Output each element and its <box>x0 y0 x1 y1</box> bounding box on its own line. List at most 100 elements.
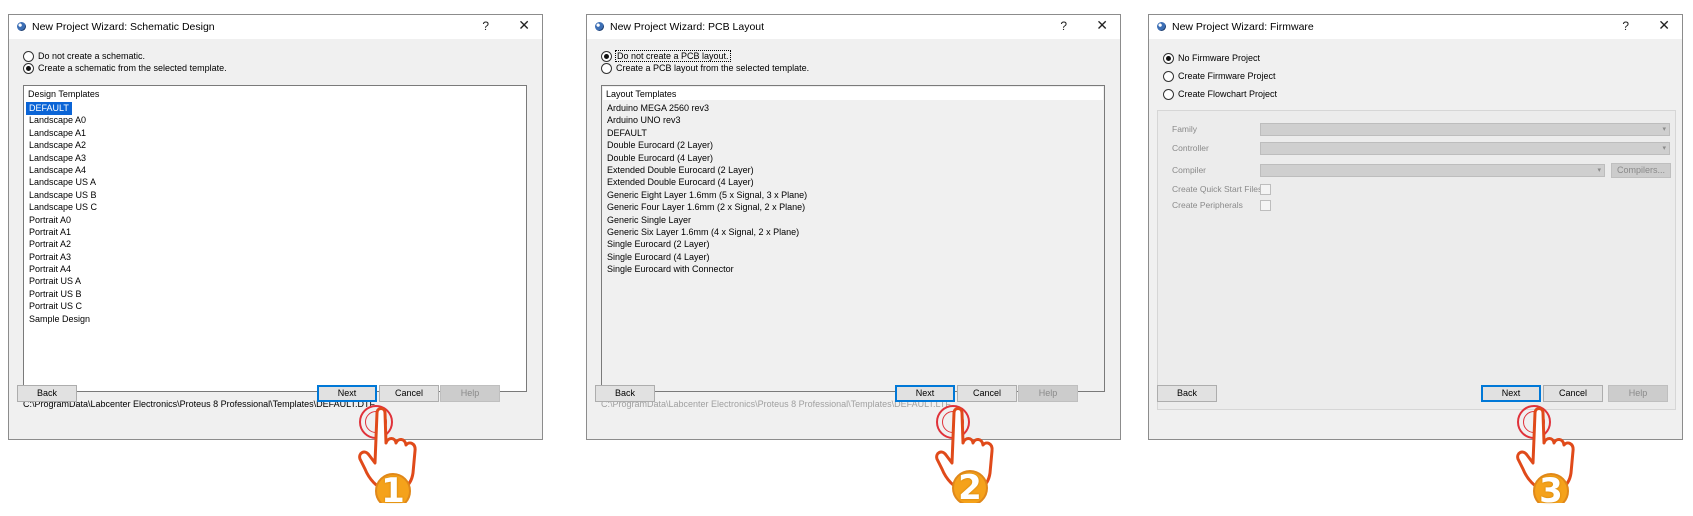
list-item[interactable]: Single Eurocard (2 Layer) <box>605 238 809 250</box>
radio-button[interactable] <box>1163 70 1174 82</box>
help-button: Help <box>1018 385 1078 402</box>
radio-button[interactable] <box>1163 52 1174 64</box>
next-button[interactable]: Next <box>317 385 377 402</box>
list-item[interactable]: Landscape A3 <box>27 152 99 164</box>
list-item[interactable]: Arduino UNO rev3 <box>605 114 809 126</box>
list-item-label: Landscape A0 <box>29 115 87 126</box>
chevron-down-icon: ▾ <box>1662 145 1666 152</box>
schematic-design-dialog: New Project Wizard: Schematic Design ? ✕… <box>8 14 543 440</box>
list-item[interactable]: Sample Design <box>27 313 99 325</box>
list-item-label: Portrait A0 <box>29 214 72 225</box>
list-item[interactable]: Single Eurocard with Connector <box>605 263 809 275</box>
radio-no-firmware[interactable]: No Firmware Project <box>1163 51 1260 65</box>
radio-create-schematic[interactable]: Create a schematic from the selected tem… <box>23 61 227 75</box>
list-item[interactable]: Portrait A3 <box>27 251 99 263</box>
list-item-label: Extended Double Eurocard (2 Layer) <box>607 164 754 175</box>
list-item[interactable]: Landscape A1 <box>27 127 99 139</box>
radio-create-flowchart[interactable]: Create Flowchart Project <box>1163 87 1277 101</box>
list-item[interactable]: Portrait US A <box>27 275 99 287</box>
dialog-title: New Project Wizard: Schematic Design <box>32 21 215 33</box>
list-header: Design Templates <box>28 89 100 99</box>
list-item-label: Extended Double Eurocard (4 Layer) <box>607 177 754 188</box>
chevron-down-icon: ▾ <box>1662 126 1666 133</box>
list-item[interactable]: Generic Four Layer 1.6mm (2 x Signal, 2 … <box>605 201 809 213</box>
radio-label: Create a schematic from the selected tem… <box>38 63 227 73</box>
list-item[interactable]: Single Eurocard (4 Layer) <box>605 251 809 263</box>
cancel-button[interactable]: Cancel <box>1543 385 1603 402</box>
radio-label: Do not create a PCB layout. <box>615 50 731 62</box>
radio-create-firmware[interactable]: Create Firmware Project <box>1163 69 1276 83</box>
radio-button[interactable] <box>23 62 34 74</box>
radio-label: Do not create a schematic. <box>38 51 146 61</box>
list-item[interactable]: DEFAULT <box>605 127 809 139</box>
list-item[interactable]: Portrait A2 <box>27 238 99 250</box>
list-item-label: Landscape US A <box>29 177 97 188</box>
list-item[interactable]: Portrait A4 <box>27 263 99 275</box>
peripherals-checkbox <box>1260 200 1271 211</box>
controller-select: ▾ <box>1260 142 1670 155</box>
back-button[interactable]: Back <box>17 385 77 402</box>
list-item[interactable]: Double Eurocard (4 Layer) <box>605 152 809 164</box>
pcb-layout-dialog: New Project Wizard: PCB Layout ? ✕ Do no… <box>586 14 1121 440</box>
family-select: ▾ <box>1260 123 1670 136</box>
radio-button[interactable] <box>601 50 612 62</box>
list-item[interactable]: Generic Single Layer <box>605 214 809 226</box>
close-icon[interactable]: ✕ <box>1096 17 1108 34</box>
radio-button[interactable] <box>23 50 34 62</box>
cancel-button[interactable]: Cancel <box>957 385 1017 402</box>
list-item[interactable]: Portrait US C <box>27 300 99 312</box>
list-item[interactable]: Portrait US B <box>27 288 99 300</box>
list-item-label: Single Eurocard (2 Layer) <box>607 239 710 250</box>
next-button[interactable]: Next <box>895 385 955 402</box>
help-title-button[interactable]: ? <box>1060 19 1067 33</box>
proteus-app-icon <box>17 22 26 31</box>
next-button[interactable]: Next <box>1481 385 1541 402</box>
close-icon[interactable]: ✕ <box>518 17 530 34</box>
help-title-button[interactable]: ? <box>482 19 489 33</box>
radio-create-pcb[interactable]: Create a PCB layout from the selected te… <box>601 61 809 75</box>
list-item[interactable]: Portrait A1 <box>27 226 99 238</box>
back-button[interactable]: Back <box>595 385 655 402</box>
layout-templates-list[interactable]: Layout Templates Arduino MEGA 2560 rev3 A… <box>601 85 1105 392</box>
list-item-label: Landscape US C <box>29 202 98 213</box>
list-item-label: Generic Eight Layer 1.6mm (5 x Signal, 3… <box>607 189 808 200</box>
list-item[interactable]: Landscape A4 <box>27 164 99 176</box>
list-item-label: Single Eurocard (4 Layer) <box>607 251 710 262</box>
compiler-select: ▾ <box>1260 164 1605 177</box>
dialog-title: New Project Wizard: Firmware <box>1172 21 1314 33</box>
quick-start-label: Create Quick Start Files <box>1172 184 1263 194</box>
list-item[interactable]: Landscape A0 <box>27 114 99 126</box>
list-item[interactable]: Generic Six Layer 1.6mm (4 x Signal, 2 x… <box>605 226 809 238</box>
list-item-label: Double Eurocard (4 Layer) <box>607 152 714 163</box>
quick-start-checkbox <box>1260 184 1271 195</box>
list-item[interactable]: Extended Double Eurocard (2 Layer) <box>605 164 809 176</box>
list-item[interactable]: Arduino MEGA 2560 rev3 <box>605 102 809 114</box>
list-item-label: Portrait US C <box>29 301 83 312</box>
cancel-button[interactable]: Cancel <box>379 385 439 402</box>
controller-label: Controller <box>1172 143 1209 153</box>
firmware-dialog: New Project Wizard: Firmware ? ✕ No Firm… <box>1148 14 1683 440</box>
close-icon[interactable]: ✕ <box>1658 17 1670 34</box>
list-item-label: DEFAULT <box>607 127 647 138</box>
list-item-label: Portrait A2 <box>29 239 72 250</box>
compilers-button: Compilers... <box>1611 163 1671 178</box>
radio-button[interactable] <box>601 62 612 74</box>
proteus-app-icon <box>1157 22 1166 31</box>
list-item[interactable]: DEFAULT <box>26 102 99 116</box>
list-item[interactable]: Portrait A0 <box>27 214 99 226</box>
list-item[interactable]: Generic Eight Layer 1.6mm (5 x Signal, 3… <box>605 189 809 201</box>
firmware-settings-panel: Family ▾ Controller ▾ Compiler ▾ Compile… <box>1157 110 1676 410</box>
list-item[interactable]: Landscape US B <box>27 189 99 201</box>
back-button[interactable]: Back <box>1157 385 1217 402</box>
help-title-button[interactable]: ? <box>1622 19 1629 33</box>
list-item[interactable]: Extended Double Eurocard (4 Layer) <box>605 176 809 188</box>
list-item[interactable]: Landscape A2 <box>27 139 99 151</box>
list-item[interactable]: Landscape US C <box>27 201 99 213</box>
design-templates-list[interactable]: Design Templates DEFAULT Landscape A0 Land… <box>23 85 527 392</box>
compiler-label: Compiler <box>1172 165 1207 175</box>
list-item[interactable]: Double Eurocard (2 Layer) <box>605 139 809 151</box>
list-item-label: Generic Six Layer 1.6mm (4 x Signal, 2 x… <box>607 226 800 237</box>
radio-button[interactable] <box>1163 88 1174 100</box>
list-item[interactable]: Landscape US A <box>27 176 99 188</box>
list-item-label: Generic Single Layer <box>607 214 692 225</box>
